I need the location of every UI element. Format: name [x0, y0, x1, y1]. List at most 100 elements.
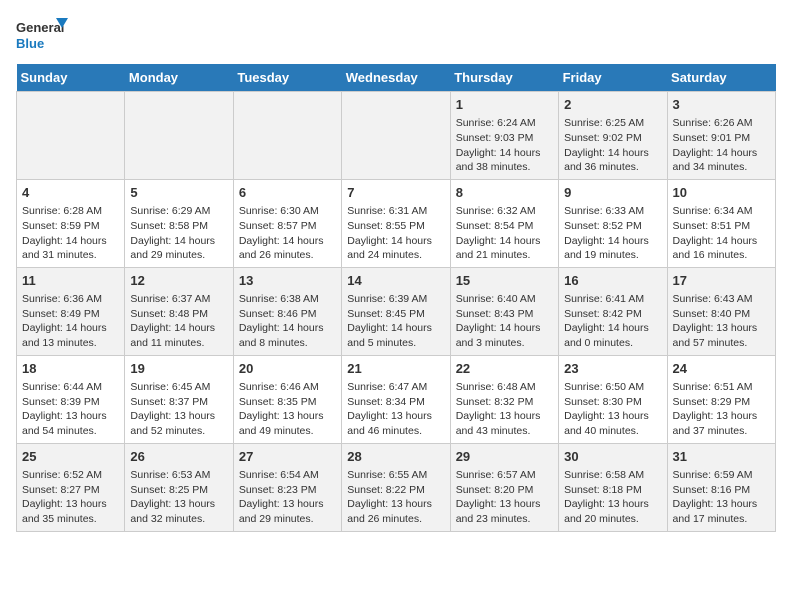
day-number: 18	[22, 360, 119, 378]
header-day-thursday: Thursday	[450, 64, 558, 92]
calendar-cell: 6Sunrise: 6:30 AM Sunset: 8:57 PM Daylig…	[233, 179, 341, 267]
day-info: Sunrise: 6:48 AM Sunset: 8:32 PM Dayligh…	[456, 380, 553, 439]
calendar-cell: 8Sunrise: 6:32 AM Sunset: 8:54 PM Daylig…	[450, 179, 558, 267]
day-number: 19	[130, 360, 227, 378]
day-number: 17	[673, 272, 770, 290]
header-day-tuesday: Tuesday	[233, 64, 341, 92]
day-info: Sunrise: 6:57 AM Sunset: 8:20 PM Dayligh…	[456, 468, 553, 527]
header-day-friday: Friday	[559, 64, 667, 92]
calendar-cell: 22 Sunrise: 6:48 AM Sunset: 8:32 PM Dayli…	[450, 355, 558, 443]
calendar-week-5: 25 Sunrise: 6:52 AM Sunset: 8:27 PM Dayli…	[17, 443, 776, 531]
calendar-cell: 12 Sunrise: 6:37 AM Sunset: 8:48 PM Dayli…	[125, 267, 233, 355]
calendar-cell: 27 Sunrise: 6:54 AM Sunset: 8:23 PM Dayli…	[233, 443, 341, 531]
day-number: 27	[239, 448, 336, 466]
calendar-cell: 29Sunrise: 6:57 AM Sunset: 8:20 PM Dayli…	[450, 443, 558, 531]
day-info: Sunrise: 6:44 AM Sunset: 8:39 PM Dayligh…	[22, 380, 119, 439]
day-info: Sunrise: 6:36 AM Sunset: 8:49 PM Dayligh…	[22, 292, 119, 351]
calendar-cell: 5 Sunrise: 6:29 AM Sunset: 8:58 PM Daylig…	[125, 179, 233, 267]
calendar-cell: 23 Sunrise: 6:50 AM Sunset: 8:30 PM Dayli…	[559, 355, 667, 443]
calendar-cell: 24 Sunrise: 6:51 AM Sunset: 8:29 PM Dayli…	[667, 355, 775, 443]
calendar-cell: 1Sunrise: 6:24 AM Sunset: 9:03 PM Daylig…	[450, 92, 558, 180]
day-info: Sunrise: 6:58 AM Sunset: 8:18 PM Dayligh…	[564, 468, 661, 527]
day-number: 11	[22, 272, 119, 290]
logo-svg: GeneralBlue	[16, 16, 71, 56]
header-day-wednesday: Wednesday	[342, 64, 450, 92]
calendar-week-1: 1Sunrise: 6:24 AM Sunset: 9:03 PM Daylig…	[17, 92, 776, 180]
day-info: Sunrise: 6:46 AM Sunset: 8:35 PM Dayligh…	[239, 380, 336, 439]
calendar-cell: 7 Sunrise: 6:31 AM Sunset: 8:55 PM Daylig…	[342, 179, 450, 267]
calendar-cell: 30 Sunrise: 6:58 AM Sunset: 8:18 PM Dayli…	[559, 443, 667, 531]
day-info: Sunrise: 6:34 AM Sunset: 8:51 PM Dayligh…	[673, 204, 770, 263]
day-number: 23	[564, 360, 661, 378]
day-number: 31	[673, 448, 770, 466]
day-number: 16	[564, 272, 661, 290]
day-number: 5	[130, 184, 227, 202]
day-info: Sunrise: 6:30 AM Sunset: 8:57 PM Dayligh…	[239, 204, 336, 263]
day-info: Sunrise: 6:55 AM Sunset: 8:22 PM Dayligh…	[347, 468, 444, 527]
day-info: Sunrise: 6:52 AM Sunset: 8:27 PM Dayligh…	[22, 468, 119, 527]
day-info: Sunrise: 6:28 AM Sunset: 8:59 PM Dayligh…	[22, 204, 119, 263]
day-info: Sunrise: 6:43 AM Sunset: 8:40 PM Dayligh…	[673, 292, 770, 351]
day-info: Sunrise: 6:51 AM Sunset: 8:29 PM Dayligh…	[673, 380, 770, 439]
calendar-cell: 15Sunrise: 6:40 AM Sunset: 8:43 PM Dayli…	[450, 267, 558, 355]
calendar-cell: 17 Sunrise: 6:43 AM Sunset: 8:40 PM Dayli…	[667, 267, 775, 355]
day-info: Sunrise: 6:38 AM Sunset: 8:46 PM Dayligh…	[239, 292, 336, 351]
calendar-cell	[125, 92, 233, 180]
day-number: 30	[564, 448, 661, 466]
logo: GeneralBlue	[16, 16, 71, 56]
calendar-cell: 4 Sunrise: 6:28 AM Sunset: 8:59 PM Daylig…	[17, 179, 125, 267]
svg-text:Blue: Blue	[16, 36, 44, 51]
day-number: 3	[673, 96, 770, 114]
day-info: Sunrise: 6:29 AM Sunset: 8:58 PM Dayligh…	[130, 204, 227, 263]
day-info: Sunrise: 6:26 AM Sunset: 9:01 PM Dayligh…	[673, 116, 770, 175]
day-number: 22	[456, 360, 553, 378]
header-row: SundayMondayTuesdayWednesdayThursdayFrid…	[17, 64, 776, 92]
day-number: 7	[347, 184, 444, 202]
day-info: Sunrise: 6:45 AM Sunset: 8:37 PM Dayligh…	[130, 380, 227, 439]
calendar-header: SundayMondayTuesdayWednesdayThursdayFrid…	[17, 64, 776, 92]
calendar-week-3: 11 Sunrise: 6:36 AM Sunset: 8:49 PM Dayli…	[17, 267, 776, 355]
calendar-cell: 18 Sunrise: 6:44 AM Sunset: 8:39 PM Dayli…	[17, 355, 125, 443]
day-info: Sunrise: 6:39 AM Sunset: 8:45 PM Dayligh…	[347, 292, 444, 351]
day-number: 24	[673, 360, 770, 378]
day-number: 10	[673, 184, 770, 202]
day-info: Sunrise: 6:31 AM Sunset: 8:55 PM Dayligh…	[347, 204, 444, 263]
calendar-cell: 31 Sunrise: 6:59 AM Sunset: 8:16 PM Dayli…	[667, 443, 775, 531]
day-info: Sunrise: 6:32 AM Sunset: 8:54 PM Dayligh…	[456, 204, 553, 263]
day-info: Sunrise: 6:47 AM Sunset: 8:34 PM Dayligh…	[347, 380, 444, 439]
day-number: 20	[239, 360, 336, 378]
calendar-cell: 16Sunrise: 6:41 AM Sunset: 8:42 PM Dayli…	[559, 267, 667, 355]
calendar-week-2: 4 Sunrise: 6:28 AM Sunset: 8:59 PM Daylig…	[17, 179, 776, 267]
calendar-cell	[233, 92, 341, 180]
day-number: 1	[456, 96, 553, 114]
calendar-cell: 19 Sunrise: 6:45 AM Sunset: 8:37 PM Dayli…	[125, 355, 233, 443]
calendar-cell: 9Sunrise: 6:33 AM Sunset: 8:52 PM Daylig…	[559, 179, 667, 267]
calendar-cell: 21 Sunrise: 6:47 AM Sunset: 8:34 PM Dayli…	[342, 355, 450, 443]
calendar-cell: 2Sunrise: 6:25 AM Sunset: 9:02 PM Daylig…	[559, 92, 667, 180]
day-number: 25	[22, 448, 119, 466]
header: GeneralBlue	[16, 16, 776, 56]
calendar-table: SundayMondayTuesdayWednesdayThursdayFrid…	[16, 64, 776, 532]
day-number: 4	[22, 184, 119, 202]
calendar-cell: 10 Sunrise: 6:34 AM Sunset: 8:51 PM Dayli…	[667, 179, 775, 267]
day-number: 26	[130, 448, 227, 466]
day-info: Sunrise: 6:53 AM Sunset: 8:25 PM Dayligh…	[130, 468, 227, 527]
day-number: 12	[130, 272, 227, 290]
day-info: Sunrise: 6:50 AM Sunset: 8:30 PM Dayligh…	[564, 380, 661, 439]
calendar-cell: 26 Sunrise: 6:53 AM Sunset: 8:25 PM Dayli…	[125, 443, 233, 531]
day-number: 14	[347, 272, 444, 290]
calendar-cell: 13 Sunrise: 6:38 AM Sunset: 8:46 PM Dayli…	[233, 267, 341, 355]
day-info: Sunrise: 6:54 AM Sunset: 8:23 PM Dayligh…	[239, 468, 336, 527]
calendar-cell: 11 Sunrise: 6:36 AM Sunset: 8:49 PM Dayli…	[17, 267, 125, 355]
calendar-cell	[342, 92, 450, 180]
day-number: 21	[347, 360, 444, 378]
calendar-cell	[17, 92, 125, 180]
header-day-monday: Monday	[125, 64, 233, 92]
day-info: Sunrise: 6:37 AM Sunset: 8:48 PM Dayligh…	[130, 292, 227, 351]
header-day-saturday: Saturday	[667, 64, 775, 92]
day-number: 13	[239, 272, 336, 290]
calendar-cell: 28Sunrise: 6:55 AM Sunset: 8:22 PM Dayli…	[342, 443, 450, 531]
day-number: 9	[564, 184, 661, 202]
calendar-cell: 14 Sunrise: 6:39 AM Sunset: 8:45 PM Dayli…	[342, 267, 450, 355]
day-info: Sunrise: 6:59 AM Sunset: 8:16 PM Dayligh…	[673, 468, 770, 527]
